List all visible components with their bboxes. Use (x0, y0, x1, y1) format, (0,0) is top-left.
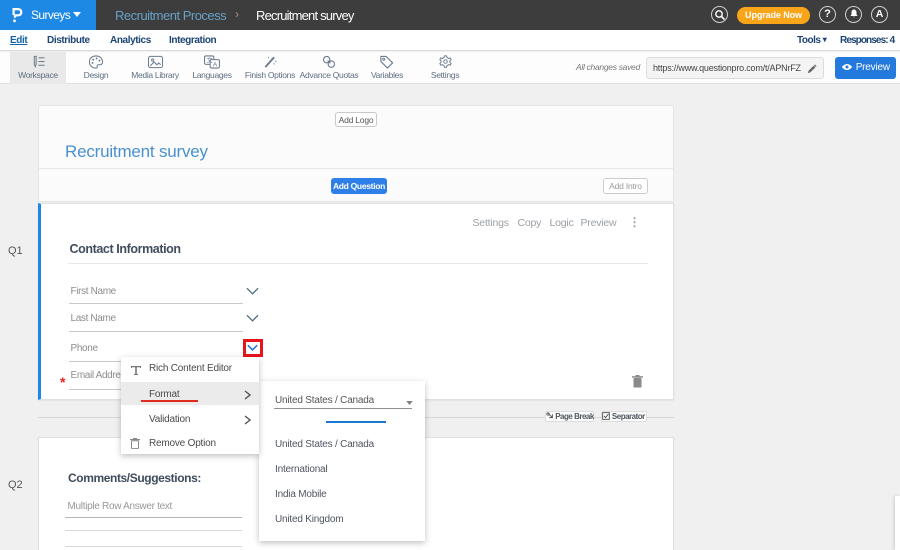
svg-text:A: A (213, 61, 218, 68)
svg-text:文: 文 (207, 56, 213, 64)
